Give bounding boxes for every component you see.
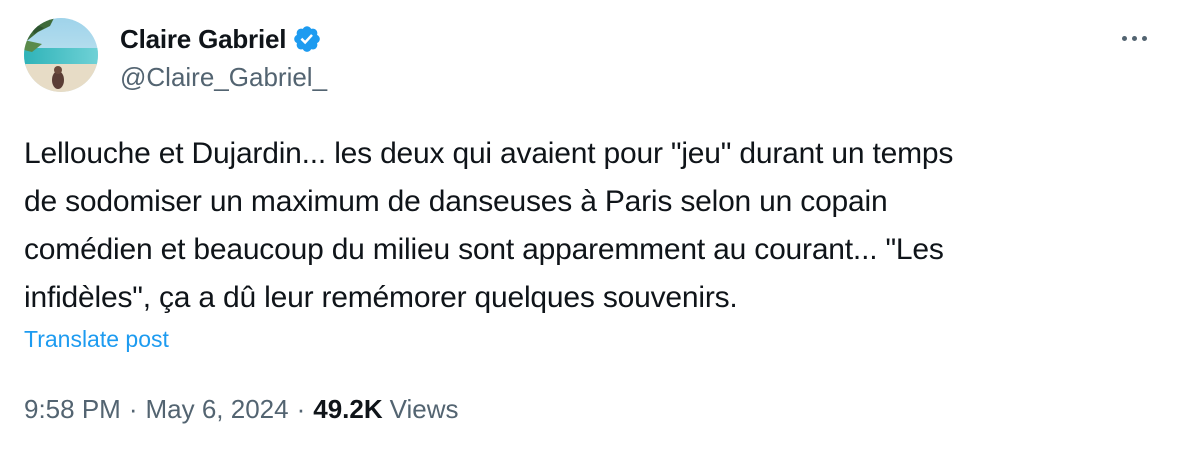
translate-post-link[interactable]: Translate post <box>24 326 169 353</box>
meta-separator: · <box>128 394 138 424</box>
tweet-text-line: Lellouche et Dujardin... les deux qui av… <box>24 137 954 170</box>
more-options-button[interactable] <box>1116 28 1152 48</box>
author-name-row[interactable]: Claire Gabriel <box>120 22 322 56</box>
tweet-metadata: 9:58 PM · May 6, 2024 · 49.2K Views <box>24 394 459 425</box>
tweet-text-line: infidèles", ça a dû leur remémorer quelq… <box>24 281 738 314</box>
tweet-text-line: comédien et beaucoup du milieu sont appa… <box>24 233 944 266</box>
author-display-name[interactable]: Claire Gabriel <box>120 24 286 55</box>
verified-badge-icon[interactable] <box>292 24 322 54</box>
views-label[interactable]: Views <box>390 394 459 425</box>
more-options-icon <box>1121 35 1127 41</box>
tweet-card: Claire Gabriel @Claire_Gabriel_ Lellouch… <box>0 0 1182 454</box>
views-count[interactable]: 49.2K <box>313 394 382 425</box>
more-options-icon-dot <box>1131 35 1137 41</box>
tweet-text-line: de sodomiser un maximum de danseuses à P… <box>24 185 888 218</box>
meta-separator: · <box>296 394 306 424</box>
tweet-date[interactable]: May 6, 2024 <box>146 394 289 425</box>
tweet-text: Lellouche et Dujardin... les deux qui av… <box>24 130 1144 322</box>
beach-photo-avatar-icon <box>24 18 98 92</box>
tweet-time[interactable]: 9:58 PM <box>24 394 121 425</box>
author-handle[interactable]: @Claire_Gabriel_ <box>120 62 327 93</box>
more-options-icon-dot <box>1141 35 1147 41</box>
avatar[interactable] <box>24 18 98 92</box>
